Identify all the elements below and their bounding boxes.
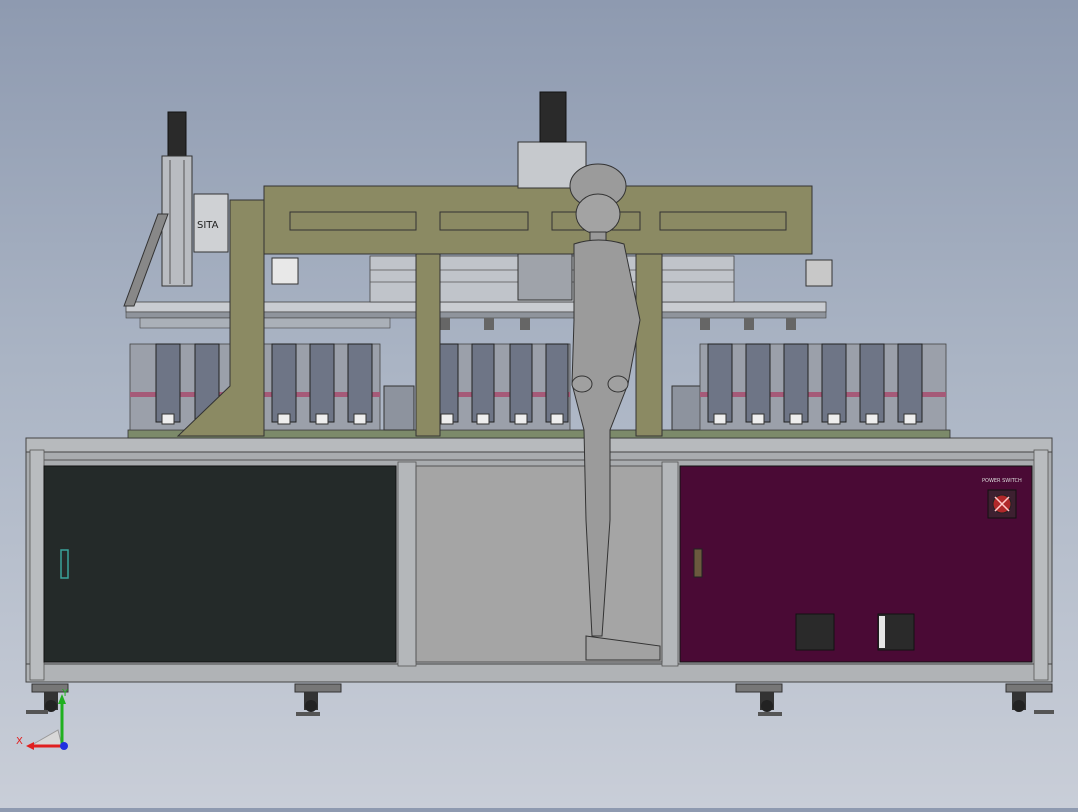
- nozzle-icon: [484, 318, 494, 330]
- nozzle-icon: [520, 318, 530, 330]
- servo-motor-left: [167, 111, 187, 159]
- caster-icon: [735, 683, 783, 716]
- nozzle-icon: [744, 318, 754, 330]
- left-door[interactable]: [43, 465, 397, 663]
- station: [509, 343, 533, 425]
- right-door[interactable]: [679, 465, 1033, 663]
- station: [309, 343, 335, 425]
- center-panel: [415, 465, 663, 663]
- cabinet-bottom-rail: [25, 663, 1053, 683]
- station: [545, 343, 569, 425]
- vent-switch: [879, 616, 885, 648]
- station: [859, 343, 885, 425]
- cabinet: POWER SWITCH: [25, 437, 1053, 683]
- x-axis-label: X: [16, 736, 23, 747]
- station: [707, 343, 733, 425]
- right-door-handle[interactable]: [693, 548, 703, 578]
- station: [471, 343, 495, 425]
- nozzle-icon: [786, 318, 796, 330]
- right-door-vent-left: [795, 613, 835, 651]
- station: [347, 343, 373, 425]
- sensor-block: [805, 259, 833, 287]
- gantry-leg: [635, 253, 663, 437]
- gantry-leg: [415, 253, 441, 437]
- gantry-brand-label: SITA: [197, 220, 219, 231]
- cabinet-top-rail: [25, 437, 1053, 453]
- cad-viewport[interactable]: POWER SWITCH SITA X Y: [0, 0, 1078, 808]
- z-axis-icon: [60, 742, 68, 750]
- station: [783, 343, 809, 425]
- nozzle-icon: [700, 318, 710, 330]
- station: [271, 343, 297, 425]
- dice-block: [271, 257, 299, 285]
- coordinate-triad: X Y: [16, 688, 69, 750]
- y-axis-label: Y: [61, 688, 69, 699]
- vertical-axis-module: SITA: [123, 111, 229, 307]
- station: [897, 343, 923, 425]
- station: [155, 343, 181, 425]
- casters: [26, 683, 1054, 716]
- power-switch-label: POWER SWITCH: [982, 478, 1022, 484]
- caster-icon: [294, 683, 342, 716]
- caster-icon: [1005, 683, 1054, 714]
- gantry-beam: [263, 185, 813, 255]
- station: [821, 343, 847, 425]
- station-group-right: [699, 343, 947, 431]
- machine-drawing: POWER SWITCH SITA X Y: [16, 91, 1054, 750]
- station: [745, 343, 771, 425]
- nozzle-icon: [440, 318, 450, 330]
- servo-motor-top: [539, 91, 567, 143]
